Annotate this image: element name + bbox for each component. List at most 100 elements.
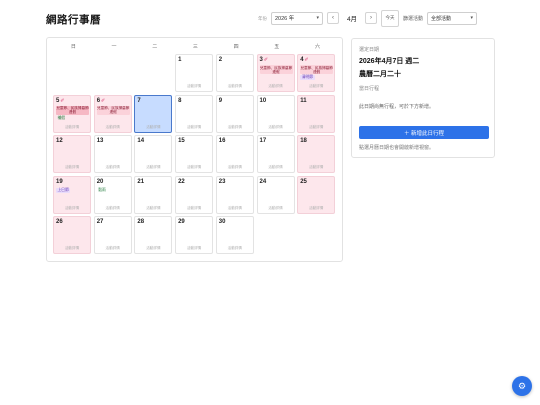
cell-footer: 活動詳情	[227, 165, 242, 169]
day-number: 5✐	[56, 98, 65, 104]
next-month-button[interactable]: ›	[365, 12, 377, 24]
cell-footer: 活動詳情	[146, 246, 161, 250]
day-number-text: 24	[259, 178, 267, 185]
chevron-down-icon: ▾	[470, 15, 474, 21]
holiday-event-tag[interactable]: 兒童節、民族掃墓節連假	[96, 105, 130, 115]
day-number-text: 6	[96, 97, 101, 104]
day-number: 10	[260, 98, 267, 104]
holiday-icon: ✐	[304, 57, 309, 63]
cell-footer: 活動詳情	[146, 205, 161, 210]
calendar-day-cell[interactable]: 3✐ 兒童節、民族掃墓節連假 活動詳情	[256, 54, 295, 92]
calendar-day-cell[interactable]: 23 活動詳情	[215, 175, 254, 214]
calendar-day-cell[interactable]: 30 活動詳情	[215, 216, 254, 254]
panel-hint: 點選月曆日期也會開啟新增視窗。	[359, 145, 435, 151]
cell-footer: 活動詳情	[105, 205, 120, 210]
cell-footer: 活動詳情	[105, 246, 120, 250]
year-value: 2026 年	[275, 16, 295, 22]
weekday-label: 六	[314, 44, 320, 50]
day-number: 24	[260, 179, 267, 185]
holiday-event-tag[interactable]: 兒童節、民族掃墓節連假	[300, 65, 334, 74]
day-number-text: 19	[56, 178, 63, 185]
calendar-day-cell[interactable]: 21 活動詳情	[134, 175, 173, 214]
holiday-event-tag[interactable]: 兒童節、民族掃墓節連假	[259, 65, 293, 74]
day-number: 25	[300, 179, 307, 185]
year-select[interactable]: 2026 年 ▾	[271, 11, 323, 25]
day-number: 29	[178, 219, 185, 225]
day-number: 3✐	[260, 57, 269, 63]
calendar-day-cell[interactable]: 17 活動詳情	[256, 135, 295, 173]
day-number: 15	[178, 138, 185, 144]
event-tag[interactable]: 清明節	[300, 75, 315, 80]
calendar-day-cell[interactable]: 18 活動詳情	[297, 135, 336, 173]
day-number: 26	[56, 219, 63, 225]
day-number-text: 17	[259, 138, 267, 144]
cell-footer: 活動詳情	[309, 124, 324, 129]
day-number-text: 13	[96, 138, 104, 144]
day-number: 19	[56, 179, 63, 185]
holiday-event-tag[interactable]: 兒童節、民族掃墓節連假	[56, 105, 89, 115]
today-button[interactable]: 今天	[381, 9, 399, 27]
day-number-text: 10	[259, 97, 267, 104]
calendar-day-cell[interactable]: 15 活動詳情	[175, 135, 214, 173]
calendar-day-cell[interactable]: 7 活動詳情	[134, 94, 173, 133]
calendar-day-cell[interactable]: 27 活動詳情	[93, 216, 132, 254]
calendar-day-cell[interactable]: 26 活動詳情	[53, 216, 91, 254]
day-number-text: 12	[56, 138, 63, 144]
calendar-day-cell[interactable]: 12 活動詳情	[53, 135, 91, 173]
day-number-text: 28	[137, 219, 145, 225]
day-number: 27	[97, 219, 104, 225]
event-tag[interactable]: 上巳節	[56, 187, 71, 193]
weekday-label: 五	[274, 44, 280, 50]
calendar-day-cell[interactable]: 20 穀雨活動詳情	[93, 175, 132, 214]
cell-footer: 活動詳情	[227, 124, 242, 129]
calendar-day-cell[interactable]: 28 活動詳情	[134, 216, 173, 254]
day-number-text: 5	[56, 97, 60, 104]
day-number-text: 11	[300, 97, 307, 104]
calendar-day-cell[interactable]: 6✐ 兒童節、民族掃墓節連假 活動詳情	[93, 94, 132, 133]
event-tag[interactable]: 補假	[56, 116, 67, 121]
weekday-label: 三	[192, 44, 198, 50]
calendar-day-cell[interactable]: 22 活動詳情	[175, 175, 214, 214]
day-number-text: 26	[56, 219, 63, 225]
day-number: 20	[97, 179, 104, 185]
day-number: 16	[219, 138, 226, 144]
calendar-day-cell[interactable]: 2 活動詳情	[215, 54, 254, 92]
calendar-day-cell[interactable]: 11 活動詳情	[297, 94, 336, 133]
calendar-day-cell[interactable]: 13 活動詳情	[93, 135, 132, 173]
selected-date: 2026年4月7日 週二	[359, 58, 420, 65]
gear-icon: ⚙	[517, 380, 527, 391]
calendar-day-cell[interactable]: 5✐ 兒童節、民族掃墓節連假 補假 活動詳情	[53, 94, 91, 133]
calendar-day-cell[interactable]: 29 活動詳情	[175, 216, 214, 254]
weekday-label: 四	[233, 44, 239, 50]
weekday-label: 一	[111, 44, 117, 50]
day-number: 8	[178, 98, 181, 104]
event-tag[interactable]: 穀雨	[97, 188, 108, 193]
cell-footer: 活動詳情	[227, 84, 242, 88]
cell-footer: 活動詳情	[268, 124, 283, 129]
day-number-text: 7	[137, 97, 141, 104]
calendar-day-cell[interactable]: 19 上巳節 活動詳情	[53, 175, 91, 214]
cell-footer: 活動詳情	[186, 246, 202, 250]
prev-month-button[interactable]: ‹	[327, 12, 339, 24]
calendar-day-cell[interactable]: 16 活動詳情	[215, 135, 254, 173]
calendar-day-cell[interactable]: 14 活動詳情	[134, 135, 173, 173]
cell-footer: 活動詳情	[146, 165, 161, 169]
selected-date-panel: 選定日期 2026年4月7日 週二 農曆二月二十 當日行程 此日期尚無行程，可於…	[351, 38, 495, 158]
calendar-day-cell[interactable]: 10 活動詳情	[256, 94, 295, 133]
day-number-text: 3	[259, 57, 263, 63]
holiday-icon: ✐	[101, 97, 106, 104]
schedule-subheading: 當日行程	[359, 86, 380, 92]
calendar-day-cell[interactable]: 8 活動詳情	[175, 94, 214, 133]
day-number-text: 21	[137, 178, 145, 185]
calendar-day-cell[interactable]: 24 活動詳情	[256, 175, 295, 214]
settings-button[interactable]: ⚙	[512, 376, 532, 396]
add-event-button[interactable]: ＋ 新增此日行程	[359, 126, 489, 139]
day-number: 13	[97, 138, 104, 144]
day-number: 28	[137, 219, 144, 225]
day-number: 17	[260, 138, 267, 144]
calendar-day-cell[interactable]: 4✐ 兒童節、民族掃墓節連假 清明節 活動詳情	[297, 54, 336, 92]
calendar-day-cell[interactable]: 9 活動詳情	[215, 94, 254, 133]
calendar-day-cell[interactable]: 25 活動詳情	[297, 175, 336, 214]
filter-select[interactable]: 全部活動 ▾	[427, 11, 478, 25]
calendar-day-cell[interactable]: 1 活動詳情	[175, 54, 214, 92]
